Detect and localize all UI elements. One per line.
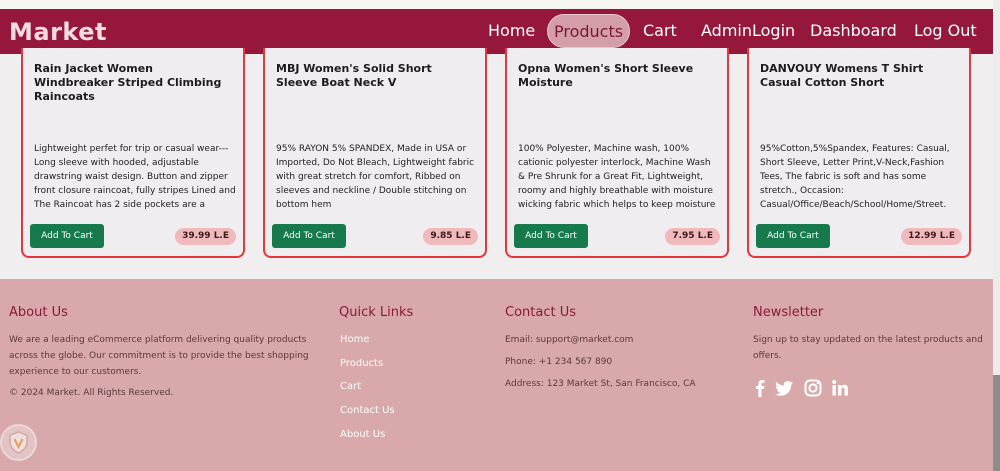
product-title: DANVOUY Womens T Shirt Casual Cotton Sho… <box>760 62 924 89</box>
nav-admin-login[interactable]: AdminLogin <box>701 21 795 40</box>
footer-link-contact[interactable]: Contact Us <box>340 405 395 416</box>
nav-dashboard[interactable]: Dashboard <box>810 21 897 40</box>
add-to-cart-button[interactable]: Add To Cart <box>30 224 104 248</box>
brand-logo[interactable]: Market <box>9 18 107 46</box>
facebook-icon[interactable] <box>750 378 770 398</box>
newsletter-heading: Newsletter <box>753 305 824 320</box>
nav-home[interactable]: Home <box>488 21 535 40</box>
product-description: 95%Cotton,5%Spandex, Features: Casual, S… <box>760 144 950 210</box>
nav-products[interactable]: Products <box>547 14 631 48</box>
footer-link-home[interactable]: Home <box>340 334 370 345</box>
product-title: MBJ Women's Solid Short Sleeve Boat Neck… <box>276 62 432 89</box>
about-text: We are a leading eCommerce platform deli… <box>9 335 309 377</box>
price-badge: 7.95 L.E <box>665 228 720 245</box>
top-strip <box>0 0 993 9</box>
nav-cart[interactable]: Cart <box>643 21 677 40</box>
product-description: Lightweight perfet for trip or casual we… <box>34 144 236 210</box>
twitter-icon[interactable] <box>774 378 794 398</box>
newsletter-text: Sign up to stay updated on the latest pr… <box>753 335 983 361</box>
add-to-cart-button[interactable]: Add To Cart <box>514 224 588 248</box>
footer-link-products[interactable]: Products <box>340 358 383 369</box>
add-to-cart-button[interactable]: Add To Cart <box>272 224 346 248</box>
contact-email: Email: support@market.com <box>505 335 634 345</box>
contact-heading: Contact Us <box>505 305 576 320</box>
price-badge: 12.99 L.E <box>901 228 962 245</box>
price-badge: 39.99 L.E <box>175 228 236 245</box>
footer: About Us We are a leading eCommerce plat… <box>0 279 993 471</box>
add-to-cart-button[interactable]: Add To Cart <box>756 224 830 248</box>
product-title: Rain Jacket Women Windbreaker Striped Cl… <box>34 62 222 103</box>
instagram-icon[interactable] <box>803 378 823 398</box>
footer-link-cart[interactable]: Cart <box>340 381 361 392</box>
contact-address: Address: 123 Market St, San Francisco, C… <box>505 379 696 389</box>
product-description: 100% Polyester, Machine wash, 100% catio… <box>518 144 716 210</box>
product-card: Rain Jacket Women Windbreaker Striped Cl… <box>21 48 245 258</box>
footer-link-about[interactable]: About Us <box>340 429 385 440</box>
about-heading: About Us <box>9 305 68 320</box>
product-card: MBJ Women's Solid Short Sleeve Boat Neck… <box>263 48 487 258</box>
linkedin-icon[interactable] <box>830 378 850 398</box>
copyright-text: © 2024 Market. All Rights Reserved. <box>9 388 174 398</box>
badge-icon <box>0 424 37 461</box>
contact-phone: Phone: +1 234 567 890 <box>505 357 613 367</box>
product-card: DANVOUY Womens T Shirt Casual Cotton Sho… <box>747 48 971 258</box>
product-description: 95% RAYON 5% SPANDEX, Made in USA or Imp… <box>276 144 475 210</box>
product-title: Opna Women's Short Sleeve Moisture <box>518 62 694 89</box>
scrollbar-thumb[interactable] <box>993 375 1000 471</box>
quick-links-heading: Quick Links <box>339 305 414 320</box>
nav-logout[interactable]: Log Out <box>914 21 977 40</box>
price-badge: 9.85 L.E <box>423 228 478 245</box>
product-card: Opna Women's Short Sleeve Moisture 100% … <box>505 48 729 258</box>
